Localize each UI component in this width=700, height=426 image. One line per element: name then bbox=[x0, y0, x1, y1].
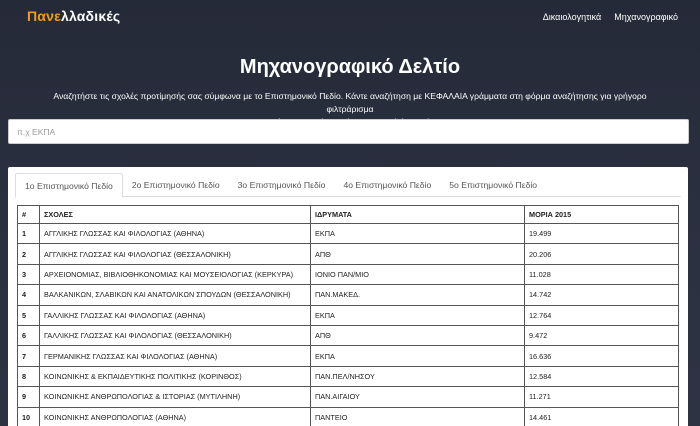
table-row: 4 ΒΑΛΚΑΝΙΚΩΝ, ΣΛΑΒΙΚΩΝ ΚΑΙ ΑΝΑΤΟΛΙΚΩΝ ΣΠ… bbox=[17, 284, 679, 306]
row-number: 4 bbox=[17, 284, 40, 306]
row-institution: ΕΚΠΑ bbox=[310, 345, 525, 367]
row-school: ΓΑΛΛΙΚΗΣ ΓΛΩΣΣΑΣ ΚΑΙ ΦΙΛΟΛΟΓΙΑΣ (ΑΘΗΝΑ) bbox=[39, 304, 311, 326]
row-points: 11.271 bbox=[524, 386, 679, 408]
brand-logo[interactable]: Πανελλαδικές bbox=[27, 8, 120, 24]
row-points: 14.742 bbox=[524, 284, 679, 306]
schools-table: # ΣΧΟΛΕΣ ΙΔΡΥΜΑΤΑ ΜΟΡΙΑ 2015 1 ΑΓΓΛΙΚΗΣ … bbox=[17, 205, 679, 426]
tab-field-4[interactable]: 4ο Επιστημονικό Πεδίο bbox=[334, 173, 440, 197]
tab-field-1[interactable]: 1ο Επιστημονικό Πεδίο bbox=[15, 173, 123, 198]
brand-part1: Πανε bbox=[27, 8, 61, 24]
row-school: ΚΟΙΝΩΝΙΚΗΣ & ΕΚΠΑΙΔΕΥΤΙΚΗΣ ΠΟΛΙΤΙΚΗΣ (ΚΟ… bbox=[39, 365, 311, 388]
row-institution: ΠΑΝ.ΠΕΛ/ΝΗΣΟΥ bbox=[310, 365, 525, 388]
header-schools: ΣΧΟΛΕΣ bbox=[39, 205, 311, 224]
table-row: 2 ΑΓΓΛΙΚΗΣ ΓΛΩΣΣΑΣ ΚΑΙ ΦΙΛΟΛΟΓΙΑΣ (ΘΕΣΣΑ… bbox=[17, 243, 679, 265]
row-points: 19.499 bbox=[524, 222, 679, 245]
table-row: 6 ΓΑΛΛΙΚΗΣ ΓΛΩΣΣΑΣ ΚΑΙ ΦΙΛΟΛΟΓΙΑΣ (ΘΕΣΣΑ… bbox=[17, 324, 679, 347]
row-institution: ΑΠΘ bbox=[310, 243, 525, 265]
search-input[interactable] bbox=[8, 119, 689, 144]
tab-field-5[interactable]: 5ο Επιστημονικό Πεδίο bbox=[440, 173, 546, 197]
row-number: 10 bbox=[17, 406, 40, 426]
row-institution: ΠΑΝ.ΜΑΚΕΔ. bbox=[310, 284, 525, 306]
table-row: 5 ΓΑΛΛΙΚΗΣ ΓΛΩΣΣΑΣ ΚΑΙ ΦΙΛΟΛΟΓΙΑΣ (ΑΘΗΝΑ… bbox=[17, 304, 679, 326]
field-tabs: 1ο Επιστημονικό Πεδίο 2ο Επιστημονικό Πε… bbox=[15, 173, 681, 198]
nav-link-michanografiko[interactable]: Μηχανογραφικό bbox=[614, 12, 678, 22]
header-number: # bbox=[17, 205, 40, 224]
row-points: 14.461 bbox=[524, 406, 679, 426]
table-row: 3 ΑΡΧΕΙΟΝΟΜΙΑΣ, ΒΙΒΛΙΟΘΗΚΟΝΟΜΙΑΣ ΚΑΙ ΜΟΥ… bbox=[17, 263, 679, 286]
tab-field-3[interactable]: 3ο Επιστημονικό Πεδίο bbox=[229, 173, 335, 197]
tab-field-2[interactable]: 2ο Επιστημονικό Πεδίο bbox=[123, 173, 229, 197]
table-row: 1 ΑΓΓΛΙΚΗΣ ΓΛΩΣΣΑΣ ΚΑΙ ΦΙΛΟΛΟΓΙΑΣ (ΑΘΗΝΑ… bbox=[17, 222, 679, 245]
row-number: 3 bbox=[17, 263, 40, 286]
row-number: 5 bbox=[17, 304, 40, 326]
row-school: ΒΑΛΚΑΝΙΚΩΝ, ΣΛΑΒΙΚΩΝ ΚΑΙ ΑΝΑΤΟΛΙΚΩΝ ΣΠΟΥ… bbox=[39, 284, 311, 306]
row-school: ΓΑΛΛΙΚΗΣ ΓΛΩΣΣΑΣ ΚΑΙ ΦΙΛΟΛΟΓΙΑΣ (ΘΕΣΣΑΛΟ… bbox=[39, 324, 311, 347]
row-school: ΑΓΓΛΙΚΗΣ ΓΛΩΣΣΑΣ ΚΑΙ ΦΙΛΟΛΟΓΙΑΣ (ΘΕΣΣΑΛΟ… bbox=[39, 243, 311, 265]
table-body: 1 ΑΓΓΛΙΚΗΣ ΓΛΩΣΣΑΣ ΚΑΙ ΦΙΛΟΛΟΓΙΑΣ (ΑΘΗΝΑ… bbox=[17, 222, 679, 426]
table-row: 7 ΓΕΡΜΑΝΙΚΗΣ ΓΛΩΣΣΑΣ ΚΑΙ ΦΙΛΟΛΟΓΙΑΣ (ΑΘΗ… bbox=[17, 345, 679, 367]
row-institution: ΕΚΠΑ bbox=[310, 222, 525, 245]
row-school: ΑΓΓΛΙΚΗΣ ΓΛΩΣΣΑΣ ΚΑΙ ΦΙΛΟΛΟΓΙΑΣ (ΑΘΗΝΑ) bbox=[39, 222, 311, 245]
brand-part2: λλαδικές bbox=[60, 8, 121, 24]
navbar: Πανελλαδικές Δικαιολογητικά Μηχανογραφικ… bbox=[0, 0, 700, 34]
nav-link-dikaiologitika[interactable]: Δικαιολογητικά bbox=[543, 12, 601, 22]
row-institution: ΑΠΘ bbox=[310, 324, 525, 347]
header-points: ΜΟΡΙΑ 2015 bbox=[524, 205, 679, 224]
row-number: 1 bbox=[17, 222, 40, 245]
table-row: 9 ΚΟΙΝΩΝΙΚΗΣ ΑΝΘΡΩΠΟΛΟΓΙΑΣ & ΙΣΤΟΡΙΑΣ (Μ… bbox=[17, 386, 679, 408]
row-points: 12.584 bbox=[524, 365, 679, 388]
row-points: 11.028 bbox=[524, 263, 679, 286]
row-points: 9.472 bbox=[524, 324, 679, 347]
row-school: ΚΟΙΝΩΝΙΚΗΣ ΑΝΘΡΩΠΟΛΟΓΙΑΣ & ΙΣΤΟΡΙΑΣ (ΜΥΤ… bbox=[39, 386, 311, 408]
row-points: 16.636 bbox=[524, 345, 679, 367]
row-school: ΚΟΙΝΩΝΙΚΗΣ ΑΝΘΡΩΠΟΛΟΓΙΑΣ (ΑΘΗΝΑ) bbox=[39, 406, 311, 426]
row-institution: ΠΑΝ.ΑΙΓΑΙΟΥ bbox=[310, 386, 525, 408]
row-number: 6 bbox=[17, 324, 40, 347]
nav-links: Δικαιολογητικά Μηχανογραφικό bbox=[543, 12, 678, 22]
row-institution: ΕΚΠΑ bbox=[310, 304, 525, 326]
row-number: 8 bbox=[17, 365, 40, 388]
subtitle-line-1: Αναζητήστε τις σχολές προτίμησής σας σύμ… bbox=[53, 91, 647, 114]
page-title: Μηχανογραφικό Δελτίο bbox=[239, 56, 461, 78]
row-number: 9 bbox=[17, 386, 40, 408]
row-points: 12.764 bbox=[524, 304, 679, 326]
row-number: 2 bbox=[17, 243, 40, 265]
table-header-row: # ΣΧΟΛΕΣ ΙΔΡΥΜΑΤΑ ΜΟΡΙΑ 2015 bbox=[17, 205, 679, 224]
row-school: ΓΕΡΜΑΝΙΚΗΣ ΓΛΩΣΣΑΣ ΚΑΙ ΦΙΛΟΛΟΓΙΑΣ (ΑΘΗΝΑ… bbox=[39, 345, 311, 367]
table-row: 8 ΚΟΙΝΩΝΙΚΗΣ & ΕΚΠΑΙΔΕΥΤΙΚΗΣ ΠΟΛΙΤΙΚΗΣ (… bbox=[17, 365, 679, 388]
row-institution: ΠΑΝΤΕΙΟ bbox=[310, 406, 525, 426]
row-school: ΑΡΧΕΙΟΝΟΜΙΑΣ, ΒΙΒΛΙΟΘΗΚΟΝΟΜΙΑΣ ΚΑΙ ΜΟΥΣΕ… bbox=[39, 263, 311, 286]
row-points: 20.206 bbox=[524, 243, 679, 265]
results-panel: 1ο Επιστημονικό Πεδίο 2ο Επιστημονικό Πε… bbox=[8, 167, 688, 426]
row-number: 7 bbox=[17, 345, 40, 367]
table-row: 10 ΚΟΙΝΩΝΙΚΗΣ ΑΝΘΡΩΠΟΛΟΓΙΑΣ (ΑΘΗΝΑ) ΠΑΝΤ… bbox=[17, 406, 679, 426]
row-institution: ΙΟΝΙΟ ΠΑΝ/ΜΙΟ bbox=[310, 263, 525, 286]
header-institutions: ΙΔΡΥΜΑΤΑ bbox=[310, 205, 525, 224]
